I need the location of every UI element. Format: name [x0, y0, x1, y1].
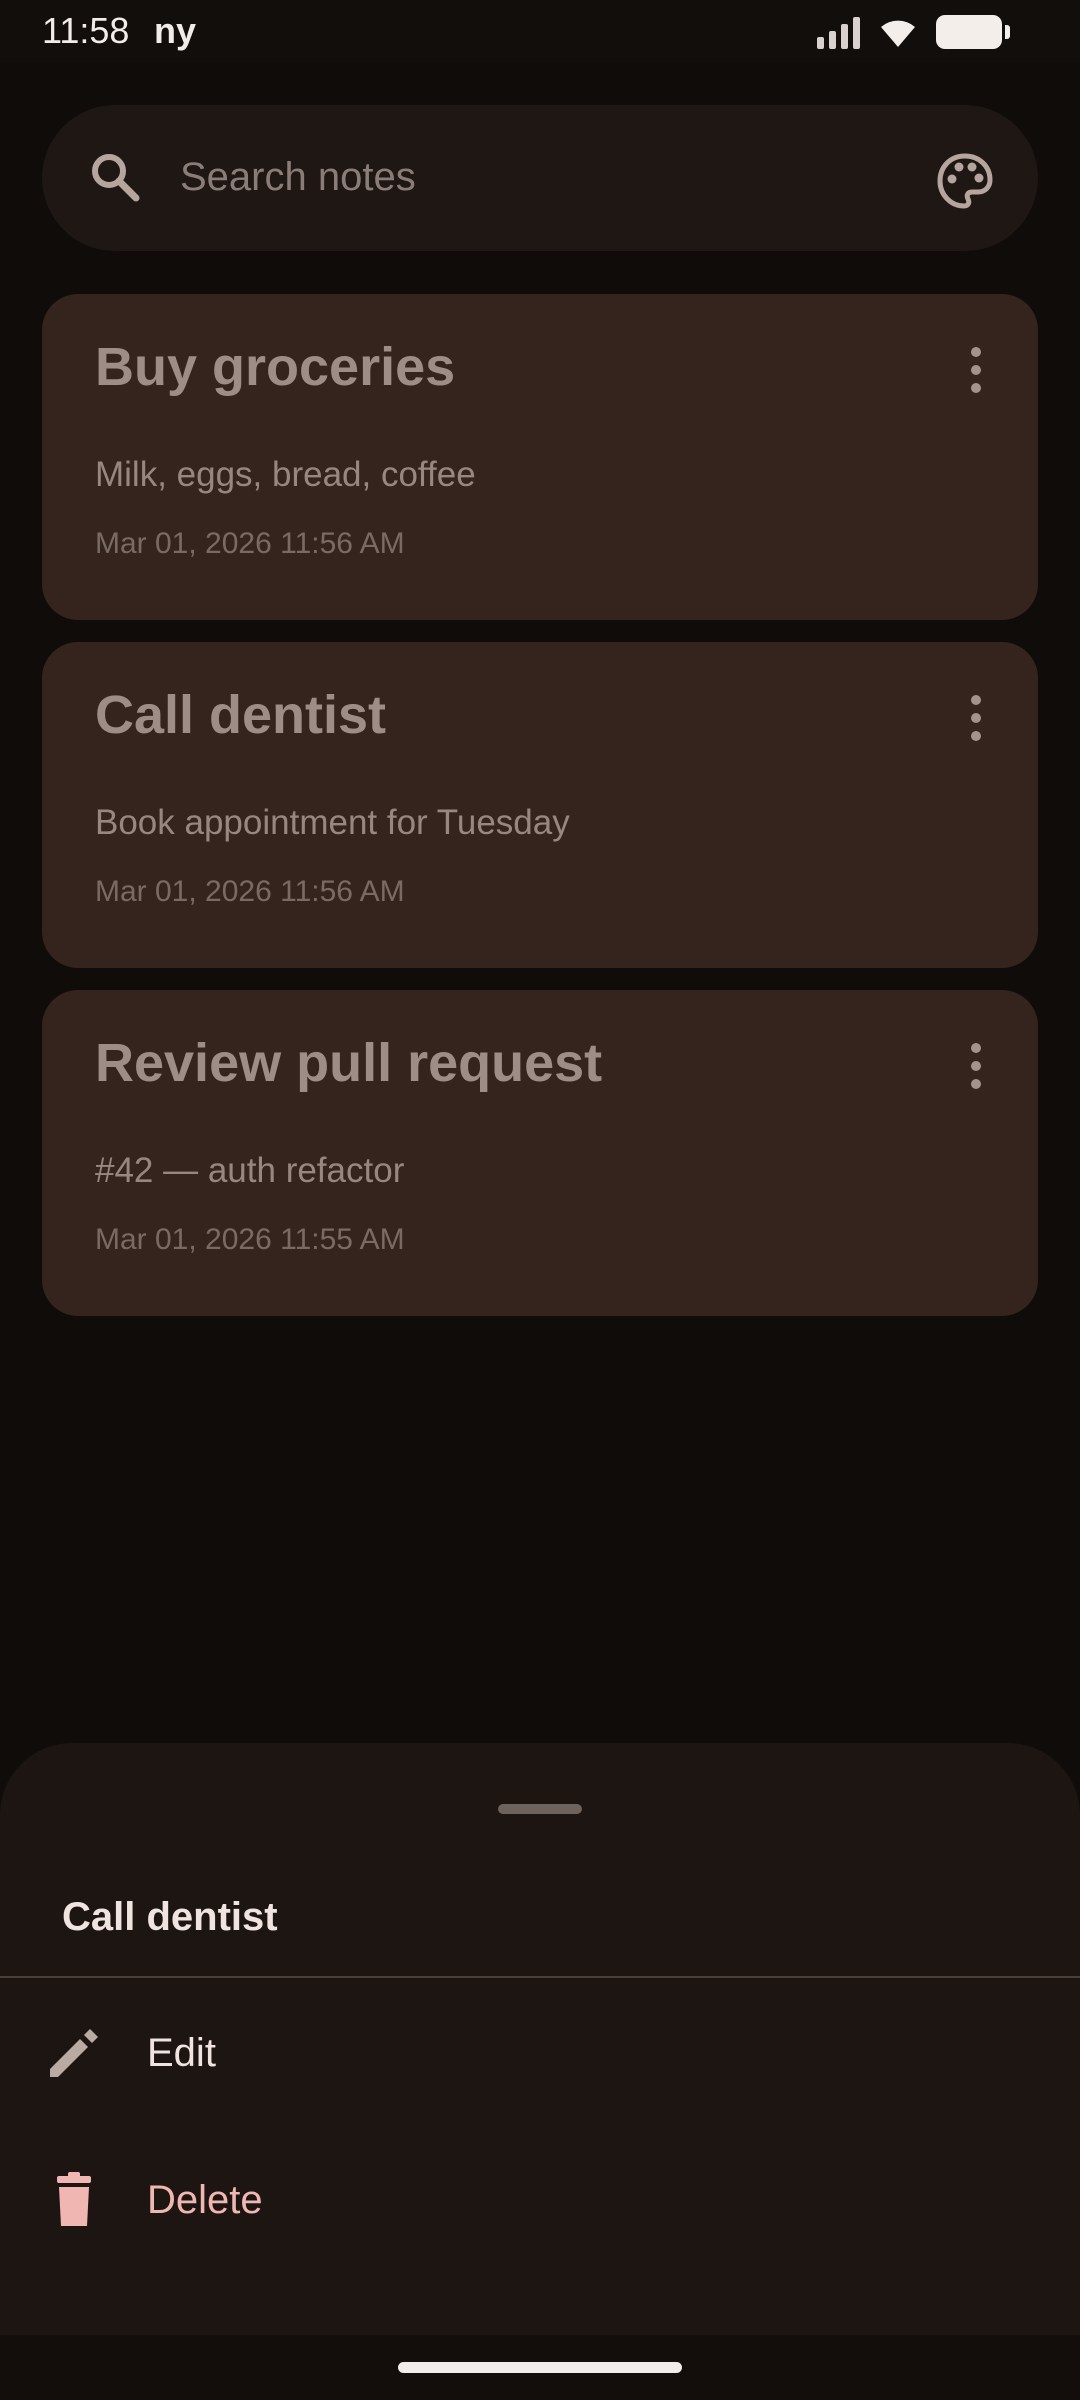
battery-icon [936, 15, 1010, 49]
sheet-title: Call dentist [62, 1895, 278, 1939]
note-card[interactable]: Review pull request #42 — auth refactor … [42, 990, 1038, 1316]
note-title: Review pull request [95, 1033, 603, 1093]
search-input[interactable] [180, 145, 880, 209]
status-time: 11:58 [42, 10, 130, 51]
trash-icon [57, 2172, 91, 2226]
note-body: Book appointment for Tuesday [95, 803, 570, 842]
drag-handle[interactable] [498, 1804, 582, 1814]
edit-label: Edit [147, 2031, 216, 2075]
signal-icon [817, 15, 860, 49]
edit-button[interactable]: Edit [0, 1983, 1080, 2123]
status-icons [817, 12, 1010, 52]
note-body: #42 — auth refactor [95, 1151, 405, 1190]
note-date: Mar 01, 2026 11:56 AM [95, 527, 405, 560]
divider [0, 1976, 1080, 1978]
home-indicator[interactable] [398, 2362, 682, 2373]
status-carrier: ny [154, 10, 197, 51]
delete-label: Delete [147, 2178, 263, 2222]
note-title: Buy groceries [95, 337, 456, 397]
app-screen: 11:58 ny Buy groceries Milk, eg [0, 0, 1080, 2400]
wifi-icon [881, 20, 915, 47]
more-vert-icon[interactable] [966, 1040, 986, 1092]
note-date: Mar 01, 2026 11:55 AM [95, 1223, 405, 1256]
status-bar: 11:58 ny [0, 0, 1080, 62]
more-vert-icon[interactable] [966, 692, 986, 744]
palette-icon[interactable] [936, 152, 994, 210]
pencil-icon [50, 2029, 98, 2077]
note-body: Milk, eggs, bread, coffee [95, 455, 476, 494]
search-icon [92, 154, 140, 202]
note-card[interactable]: Buy groceries Milk, eggs, bread, coffee … [42, 294, 1038, 620]
note-card[interactable]: Call dentist Book appointment for Tuesda… [42, 642, 1038, 968]
note-title: Call dentist [95, 685, 387, 745]
note-date: Mar 01, 2026 11:56 AM [95, 875, 405, 908]
delete-button[interactable]: Delete [0, 2130, 1080, 2270]
more-vert-icon[interactable] [966, 344, 986, 396]
